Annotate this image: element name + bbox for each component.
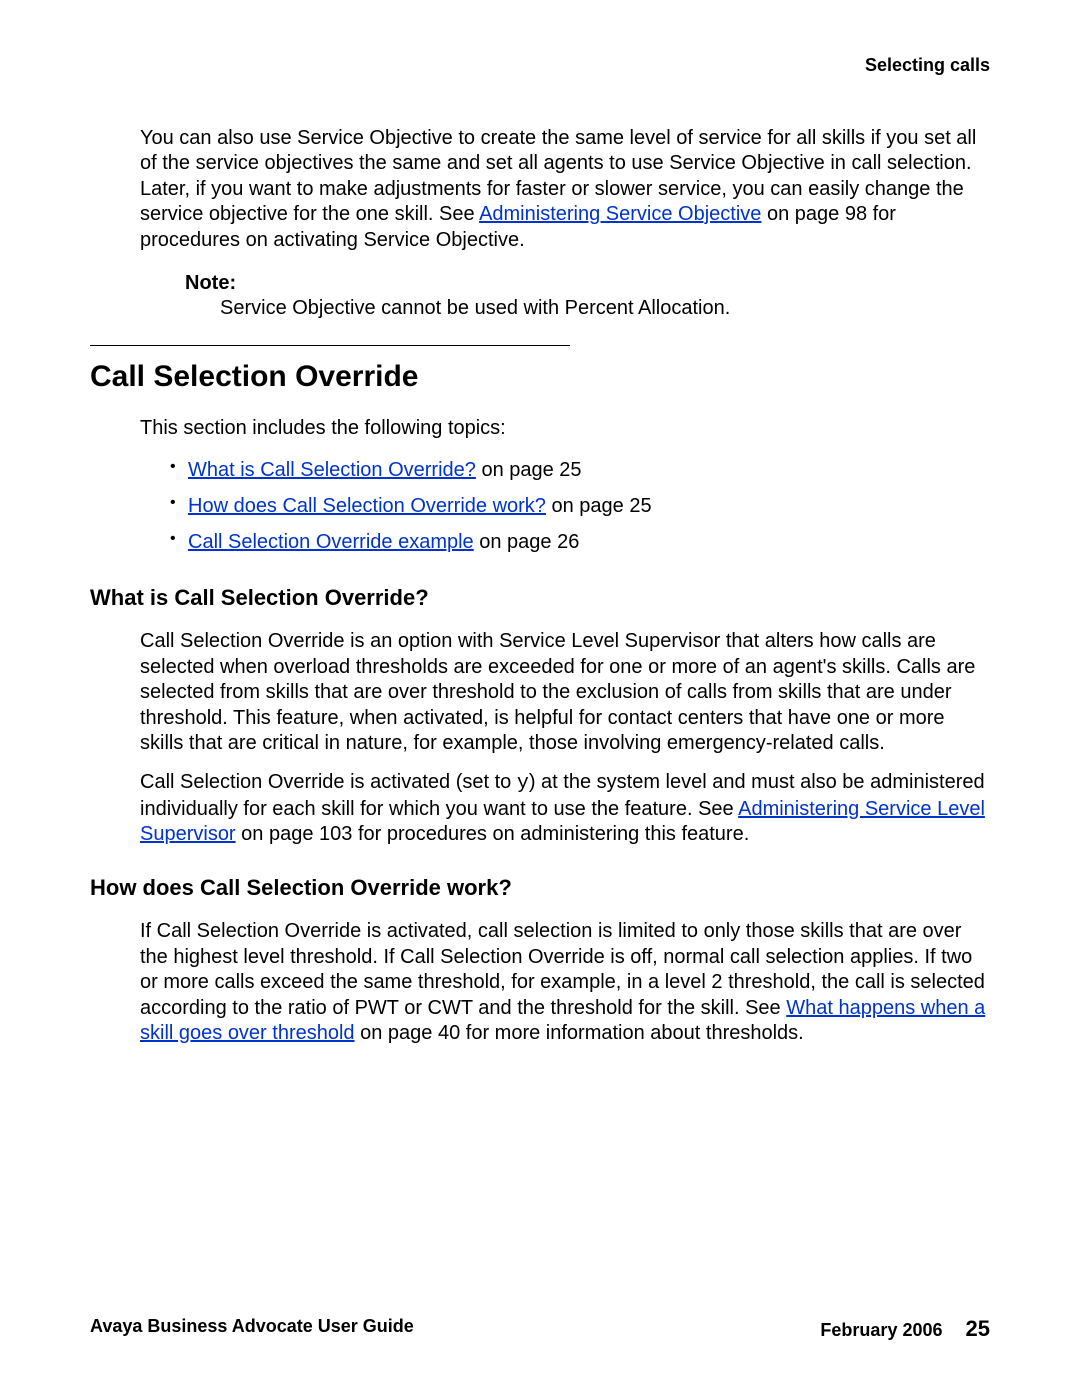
sub2-p1b: on page 40 for more information about th… bbox=[355, 1022, 804, 1044]
list-item: Call Selection Override example on page … bbox=[170, 527, 990, 557]
footer-date: February 2006 bbox=[820, 1320, 942, 1340]
subheading-what-is: What is Call Selection Override? bbox=[90, 585, 990, 611]
page-footer: Avaya Business Advocate User Guide Febru… bbox=[90, 1316, 990, 1342]
intro-paragraph: You can also use Service Objective to cr… bbox=[140, 126, 990, 253]
section-intro: This section includes the following topi… bbox=[140, 416, 990, 441]
sub1-p2a: Call Selection Override is activated (se… bbox=[140, 771, 517, 793]
note-label: Note: bbox=[185, 271, 990, 296]
link-topic-3[interactable]: Call Selection Override example bbox=[188, 531, 474, 553]
topic-list: What is Call Selection Override? on page… bbox=[170, 455, 990, 557]
footer-doc-title: Avaya Business Advocate User Guide bbox=[90, 1316, 414, 1337]
sub1-p2c: on page 103 for procedures on administer… bbox=[236, 823, 750, 845]
sub1-paragraph-1: Call Selection Override is an option wit… bbox=[140, 629, 990, 756]
footer-page-number: 25 bbox=[966, 1316, 990, 1341]
sub1-paragraph-2: Call Selection Override is activated (se… bbox=[140, 770, 990, 847]
subheading-how-work: How does Call Selection Override work? bbox=[90, 875, 990, 901]
section-divider bbox=[90, 345, 570, 346]
note-block: Note: Service Objective cannot be used w… bbox=[185, 271, 990, 321]
link-administering-service-objective[interactable]: Administering Service Objective bbox=[479, 203, 761, 225]
code-y: y bbox=[517, 772, 529, 795]
list-item: What is Call Selection Override? on page… bbox=[170, 455, 990, 485]
note-body: Service Objective cannot be used with Pe… bbox=[220, 296, 990, 321]
sub2-paragraph-1: If Call Selection Override is activated,… bbox=[140, 919, 990, 1046]
link-topic-1[interactable]: What is Call Selection Override? bbox=[188, 459, 476, 481]
link-topic-2[interactable]: How does Call Selection Override work? bbox=[188, 495, 546, 517]
topic-suffix: on page 25 bbox=[546, 495, 652, 517]
topic-suffix: on page 26 bbox=[474, 531, 580, 553]
page-header-right: Selecting calls bbox=[90, 55, 990, 76]
section-heading: Call Selection Override bbox=[90, 360, 990, 394]
topic-suffix: on page 25 bbox=[476, 459, 582, 481]
list-item: How does Call Selection Override work? o… bbox=[170, 491, 990, 521]
